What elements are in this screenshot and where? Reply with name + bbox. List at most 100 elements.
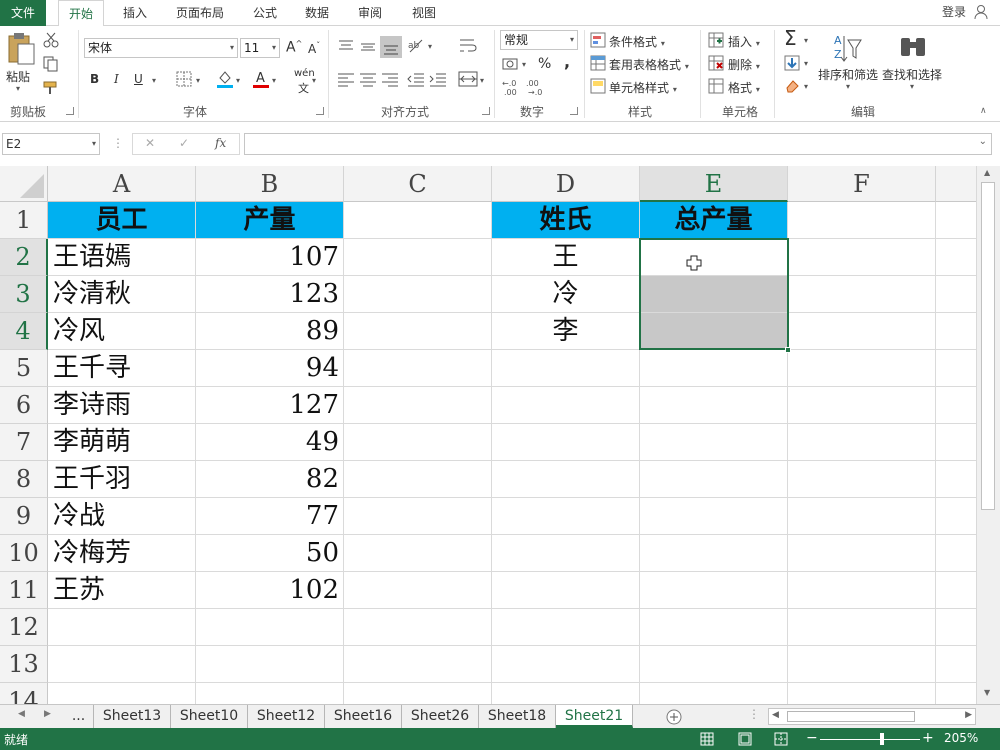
row-header-13[interactable]: 13 — [0, 646, 48, 683]
copy-icon[interactable] — [42, 56, 60, 72]
normal-view-icon[interactable] — [700, 732, 714, 746]
column-header-C[interactable]: C — [344, 166, 492, 202]
column-header-G[interactable] — [936, 166, 976, 202]
phonetic-dropdown[interactable]: ▾ — [312, 76, 316, 85]
row-header-6[interactable]: 6 — [0, 387, 48, 424]
number-format-select[interactable]: 常规 ▾ — [500, 30, 578, 50]
row-header-2[interactable]: 2 — [0, 239, 48, 276]
borders-dropdown[interactable]: ▾ — [196, 76, 200, 85]
row-header-4[interactable]: 4 — [0, 313, 48, 350]
row-header-10[interactable]: 10 — [0, 535, 48, 572]
tab-split-grip[interactable]: ⋮ — [748, 707, 760, 721]
cell-B2[interactable]: 107 — [196, 239, 344, 276]
enter-icon[interactable]: ✓ — [179, 136, 189, 150]
paste-dropdown[interactable]: ▾ — [16, 84, 20, 93]
delete-cells-icon[interactable] — [708, 55, 724, 71]
clear-dropdown[interactable]: ▾ — [804, 82, 808, 91]
scroll-up-icon[interactable]: ▲ — [984, 168, 990, 177]
tab-insert[interactable]: 插入 — [112, 0, 158, 26]
shrink-font-button[interactable]: Aˇ — [308, 41, 320, 56]
merge-center-icon[interactable] — [458, 70, 478, 88]
zoom-out-button[interactable]: − — [806, 730, 818, 746]
cell-F2[interactable] — [788, 239, 936, 276]
cell-B4[interactable]: 89 — [196, 313, 344, 350]
orientation-dropdown[interactable]: ▾ — [428, 42, 432, 51]
scroll-tabs-left-icon[interactable]: ◀ — [18, 709, 25, 719]
column-header-F[interactable]: F — [788, 166, 936, 202]
add-sheet-icon[interactable] — [666, 709, 682, 725]
fill-icon[interactable] — [784, 55, 800, 71]
bold-button[interactable]: B — [90, 72, 99, 86]
row-header-11[interactable]: 11 — [0, 572, 48, 609]
borders-icon[interactable] — [176, 71, 192, 87]
find-select-dropdown[interactable]: ▾ — [910, 82, 914, 91]
zoom-level[interactable]: 205% — [944, 731, 978, 745]
row-header-14[interactable]: 14 — [0, 683, 48, 704]
collapse-ribbon-icon[interactable]: ∧ — [980, 106, 987, 116]
fill-dropdown[interactable]: ▾ — [804, 59, 808, 68]
cell-A4[interactable]: 冷风 — [48, 313, 196, 350]
cell-D2[interactable]: 王 — [492, 239, 640, 276]
tab-review[interactable]: 审阅 — [347, 0, 393, 26]
cell-F3[interactable] — [788, 276, 936, 313]
conditional-format-icon[interactable] — [590, 32, 606, 48]
format-as-table-button[interactable]: 套用表格格式 ▾ — [609, 56, 689, 73]
tab-formulas[interactable]: 公式 — [242, 0, 288, 26]
autosum-icon[interactable]: Σ — [784, 26, 797, 50]
align-middle-icon[interactable] — [358, 38, 378, 56]
cell-C4[interactable] — [344, 313, 492, 350]
alignment-launcher[interactable] — [482, 107, 490, 115]
italic-button[interactable]: I — [114, 72, 119, 86]
format-painter-icon[interactable] — [42, 80, 60, 96]
sheet-tab-sheet21[interactable]: Sheet21 — [556, 705, 633, 728]
zoom-slider-thumb[interactable] — [880, 733, 884, 745]
align-center-icon[interactable] — [358, 72, 378, 88]
font-name-select[interactable]: 宋体 ▾ — [84, 38, 238, 58]
cut-icon[interactable] — [42, 32, 60, 48]
sheet-tab-sheet10[interactable]: Sheet10 — [171, 705, 248, 728]
cell-F1[interactable] — [788, 202, 936, 239]
cell-D4[interactable]: 李 — [492, 313, 640, 350]
cell-styles-button[interactable]: 单元格样式 ▾ — [609, 79, 677, 96]
row-header-9[interactable]: 9 — [0, 498, 48, 535]
name-box[interactable]: E2 ▾ — [2, 133, 100, 155]
cell-D1[interactable]: 姓氏 — [492, 202, 640, 239]
currency-icon[interactable] — [502, 56, 520, 72]
increase-decimal-icon[interactable]: ←.0.00 — [502, 78, 524, 96]
select-all-corner[interactable] — [0, 166, 48, 202]
decrease-decimal-icon[interactable]: .00→.0 — [526, 78, 548, 96]
horizontal-scroll-thumb[interactable] — [787, 711, 915, 722]
formula-input[interactable]: ⌄ — [244, 133, 992, 155]
cell-E2[interactable] — [640, 239, 788, 276]
zoom-in-button[interactable]: + — [922, 730, 934, 746]
cell-C1[interactable] — [344, 202, 492, 239]
paste-icon[interactable] — [6, 32, 36, 66]
sort-filter-icon[interactable]: AZ — [832, 32, 862, 66]
format-button[interactable]: 格式 ▾ — [728, 79, 760, 96]
cell-A2[interactable]: 王语嫣 — [48, 239, 196, 276]
merge-dropdown[interactable]: ▾ — [480, 76, 484, 85]
cell-styles-icon[interactable] — [590, 78, 606, 94]
align-bottom-icon[interactable] — [380, 36, 402, 58]
insert-button[interactable]: 插入 ▾ — [728, 33, 760, 50]
font-color-dropdown[interactable]: ▾ — [272, 76, 276, 85]
cell-A3[interactable]: 冷清秋 — [48, 276, 196, 313]
sort-filter-dropdown[interactable]: ▾ — [846, 82, 850, 91]
font-color-icon[interactable]: A — [252, 69, 270, 89]
cell-E1[interactable]: 总产量 — [640, 202, 788, 239]
page-layout-view-icon[interactable] — [738, 732, 752, 746]
row-header-12[interactable]: 12 — [0, 609, 48, 646]
zoom-slider-track[interactable] — [820, 739, 920, 740]
sort-filter-button[interactable]: 排序和筛选 — [818, 66, 878, 83]
row-header-7[interactable]: 7 — [0, 424, 48, 461]
vertical-scrollbar[interactable]: ▲ ▼ — [976, 166, 1000, 704]
sheet-tab-sheet16[interactable]: Sheet16 — [325, 705, 402, 728]
cell-E3[interactable] — [640, 276, 788, 313]
user-icon[interactable] — [974, 4, 988, 20]
worksheet-grid[interactable]: A B C D E F 1 2 3 4 5 6 7 8 9 10 11 12 1… — [0, 166, 976, 704]
cancel-icon[interactable]: ✕ — [145, 136, 155, 150]
row-header-3[interactable]: 3 — [0, 276, 48, 313]
sheet-tab-sheet12[interactable]: Sheet12 — [248, 705, 325, 728]
cell-C2[interactable] — [344, 239, 492, 276]
paste-label[interactable]: 粘贴 — [6, 68, 30, 85]
